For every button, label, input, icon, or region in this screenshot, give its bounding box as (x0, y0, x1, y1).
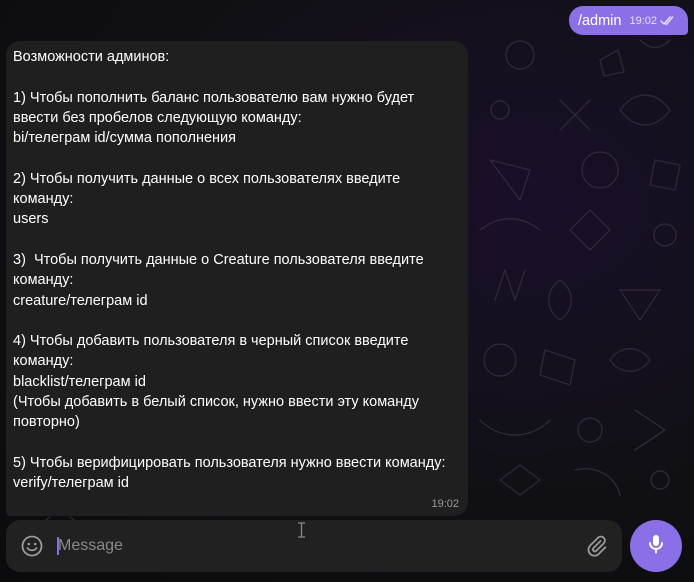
mouse-cursor-icon (298, 522, 305, 538)
double-check-icon (660, 15, 676, 26)
outgoing-message-text: /admin (577, 12, 622, 29)
outgoing-message-time: 19:02 (629, 14, 657, 27)
outgoing-message-bubble[interactable]: /admin 19:02 (568, 6, 688, 35)
incoming-message-bubble[interactable]: Возможности админов: 1) Чтобы пополнить … (6, 41, 468, 516)
incoming-message-time: 19:02 (431, 498, 459, 510)
emoji-icon[interactable] (20, 534, 44, 558)
paperclip-icon[interactable] (584, 534, 608, 558)
chat-window: /admin 19:02 Возможности админов: 1) Что… (0, 0, 694, 582)
incoming-message-text: Возможности админов: 1) Чтобы пополнить … (13, 49, 446, 492)
microphone-button[interactable] (630, 520, 682, 572)
microphone-icon (644, 532, 668, 561)
message-composer (6, 520, 622, 572)
message-input[interactable] (58, 530, 558, 562)
